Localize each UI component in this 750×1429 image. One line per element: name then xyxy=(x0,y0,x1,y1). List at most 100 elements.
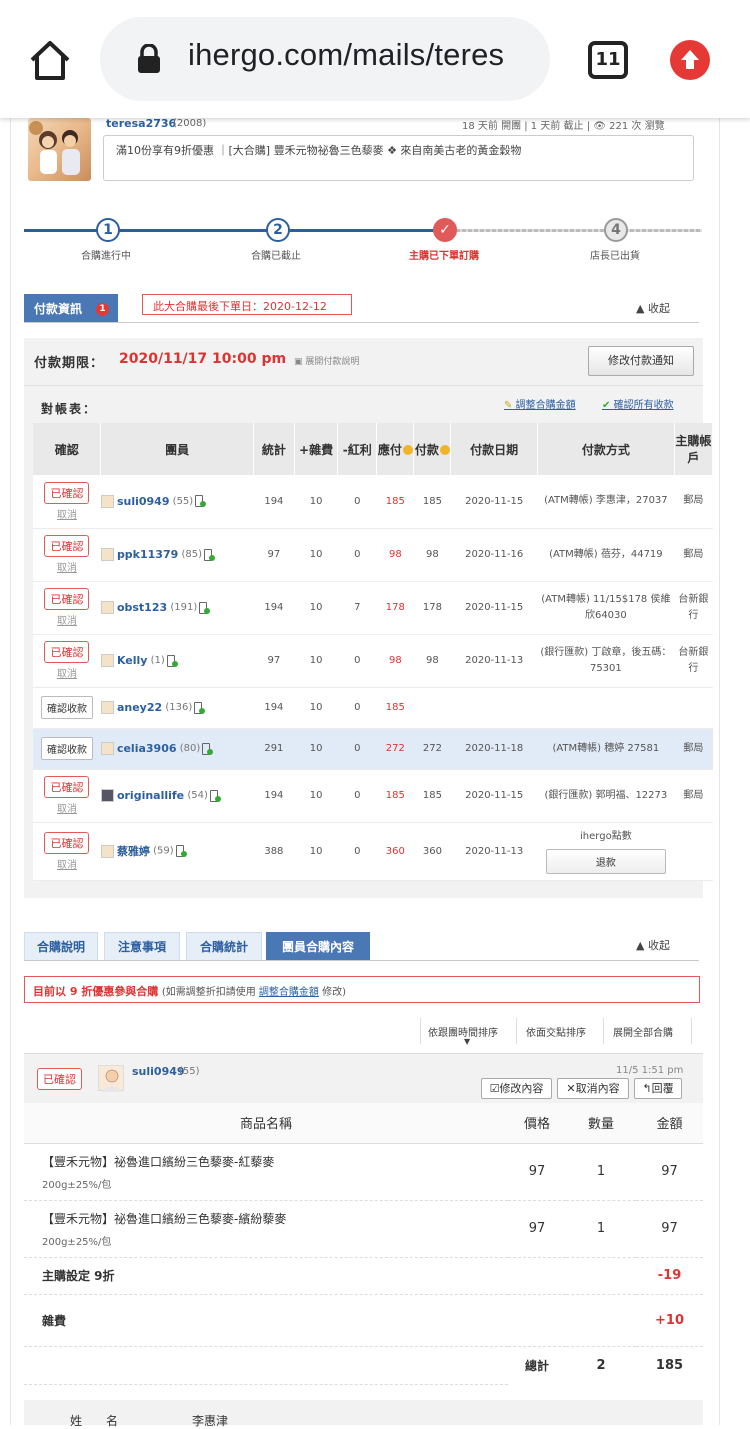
step-2-icon: 2 xyxy=(266,218,290,242)
account-cell xyxy=(674,687,713,729)
adjust-amount-link[interactable]: ✎ 調整合購金額 xyxy=(504,396,576,411)
total-qty: 2 xyxy=(596,1357,606,1373)
cancel-confirm-link[interactable]: 取消 xyxy=(33,665,101,680)
refund-button[interactable]: 退款 xyxy=(545,848,666,874)
upload-icon[interactable] xyxy=(670,40,710,80)
modify-payment-notice-button[interactable]: 修改付款通知 xyxy=(588,346,694,376)
account-value: 台新銀行 xyxy=(678,646,709,674)
confirmed-badge[interactable]: 已確認 xyxy=(44,831,90,854)
member-cell: ppk11379 (85) xyxy=(100,528,254,582)
confirmed-badge[interactable]: 已確認 xyxy=(44,481,90,504)
reply-button[interactable]: ↰回覆 xyxy=(634,1078,682,1099)
help-icon[interactable] xyxy=(402,445,413,455)
total-cell: 194 xyxy=(253,769,295,823)
fee-cell: 10 xyxy=(294,822,338,881)
avatar[interactable] xyxy=(98,1065,124,1092)
col-header-date: 付款日期 xyxy=(450,423,538,475)
member-name[interactable]: Kelly xyxy=(117,654,148,667)
bonus-cell: 0 xyxy=(337,822,377,881)
cancel-confirm-link[interactable]: 取消 xyxy=(33,800,101,815)
total-cell: 388 xyxy=(253,822,295,881)
collapse-payment-link[interactable]: ▲ 收起 xyxy=(636,300,670,316)
avatar[interactable] xyxy=(100,494,114,508)
due-value: 185 xyxy=(385,790,405,801)
member-name[interactable]: ppk11379 xyxy=(117,548,178,561)
confirmed-badge[interactable]: 已確認 xyxy=(44,776,90,798)
confirmed-badge[interactable]: 已確認 xyxy=(44,641,90,663)
avatar[interactable] xyxy=(100,601,114,614)
col-header-account: 主購帳戶 xyxy=(674,423,714,475)
sort-by-meetup[interactable]: 依面交點排序 xyxy=(526,1024,586,1039)
edit-order-button[interactable]: ☑修改內容 xyxy=(481,1078,552,1099)
avatar[interactable] xyxy=(100,654,114,667)
confirmed-badge[interactable]: 已確認 xyxy=(44,588,90,610)
cancel-confirm-link[interactable]: 取消 xyxy=(33,559,101,574)
tab-payment-info[interactable]: 付款資訊 1 xyxy=(24,294,118,323)
bonus-value: 0 xyxy=(354,702,361,713)
member-cell: obst123 (191) xyxy=(100,581,254,635)
date-cell xyxy=(450,687,538,729)
fee-cell: 10 xyxy=(294,528,338,582)
avatar[interactable] xyxy=(100,844,114,858)
tab-notes[interactable]: 注意事項 xyxy=(104,932,180,961)
phone-verified-icon xyxy=(202,742,214,755)
close-icon: ✕ xyxy=(566,1082,576,1095)
method-cell: (ATM轉帳) 李惠津，27037 xyxy=(537,475,675,529)
col-header-due: 應付 xyxy=(376,423,415,475)
order-username[interactable]: suli0949 xyxy=(132,1065,185,1078)
confirm-payment-button[interactable]: 確認收款 xyxy=(40,696,93,719)
member-score: (85) xyxy=(181,549,202,560)
avatar[interactable] xyxy=(100,742,114,755)
paid-value: 178 xyxy=(422,602,442,613)
tab-group-description[interactable]: 合購說明 xyxy=(24,932,98,961)
account-cell: 郵局 xyxy=(674,769,713,823)
member-cell: suli0949 (55) xyxy=(100,475,254,529)
member-name[interactable]: originallife xyxy=(117,789,184,802)
expand-payment-instructions-link[interactable]: ▣ 展開付款說明 xyxy=(294,354,359,367)
discount-notice-pre: (如需調整折扣請使用 xyxy=(161,987,259,998)
expand-all-orders[interactable]: 展開全部合購 xyxy=(613,1024,673,1039)
confirmed-badge[interactable]: 已確認 xyxy=(44,535,90,557)
progress-line-pending xyxy=(444,229,702,232)
adjust-amount-link-inline[interactable]: 調整合購金額 xyxy=(259,987,319,998)
author-name[interactable]: teresa2736 xyxy=(106,117,176,130)
member-score: (59) xyxy=(153,845,174,857)
member-name[interactable]: aney22 xyxy=(117,701,162,714)
paid-cell: 178 xyxy=(413,581,451,635)
cancel-confirm-link[interactable]: 取消 xyxy=(33,856,101,871)
order-confirmed-badge[interactable]: 已確認 xyxy=(37,1068,82,1090)
confirm-payment-button[interactable]: 確認收款 xyxy=(40,737,93,760)
total-cell: 194 xyxy=(253,475,295,529)
sort-arrow-down-icon: ▼ xyxy=(464,1037,471,1046)
method-cell: (銀行匯款) 郭明福、12273 xyxy=(537,769,675,823)
member-name[interactable]: suli0949 xyxy=(117,495,170,508)
col-header-confirm: 確認 xyxy=(33,423,102,475)
member-name[interactable]: 蔡雅婷 xyxy=(117,845,150,858)
collapse-group-link[interactable]: ▲ 收起 xyxy=(636,937,670,953)
cancel-order-button[interactable]: ✕取消內容 xyxy=(557,1078,629,1099)
cancel-confirm-link[interactable]: 取消 xyxy=(33,506,101,521)
avatar[interactable] xyxy=(100,701,114,714)
tab-switcher-button[interactable]: 11 xyxy=(588,41,628,79)
table-row: 已確認 取消 suli0949 (55) 194 10 0 185 185 2020-11-15… xyxy=(33,475,713,529)
author-avatar[interactable] xyxy=(28,118,91,181)
address-bar[interactable]: ihergo.com/mails/teres xyxy=(100,17,550,101)
sort-by-join-time[interactable]: 依跟團時間排序 xyxy=(428,1024,498,1039)
member-name[interactable]: obst123 xyxy=(117,601,167,614)
member-score: (55) xyxy=(172,495,194,507)
date-cell: 2020-11-15 xyxy=(450,769,538,823)
cancel-confirm-link[interactable]: 取消 xyxy=(33,612,101,627)
avatar[interactable] xyxy=(100,789,114,802)
help-icon[interactable] xyxy=(439,445,450,455)
date-cell: 2020-11-13 xyxy=(450,822,538,881)
member-name[interactable]: celia3906 xyxy=(117,742,177,755)
paid-value: 272 xyxy=(422,743,442,754)
confirm-all-payments-link[interactable]: ✔ 確認所有收款 xyxy=(602,396,674,411)
step-1-icon: 1 xyxy=(96,218,120,242)
avatar[interactable] xyxy=(100,548,114,561)
bonus-cell: 0 xyxy=(337,634,377,688)
member-score: (191) xyxy=(170,602,198,613)
tab-member-orders[interactable]: 團員合購內容 xyxy=(266,932,370,961)
tab-group-stats[interactable]: 合購統計 xyxy=(186,932,262,961)
home-icon[interactable] xyxy=(26,38,74,82)
